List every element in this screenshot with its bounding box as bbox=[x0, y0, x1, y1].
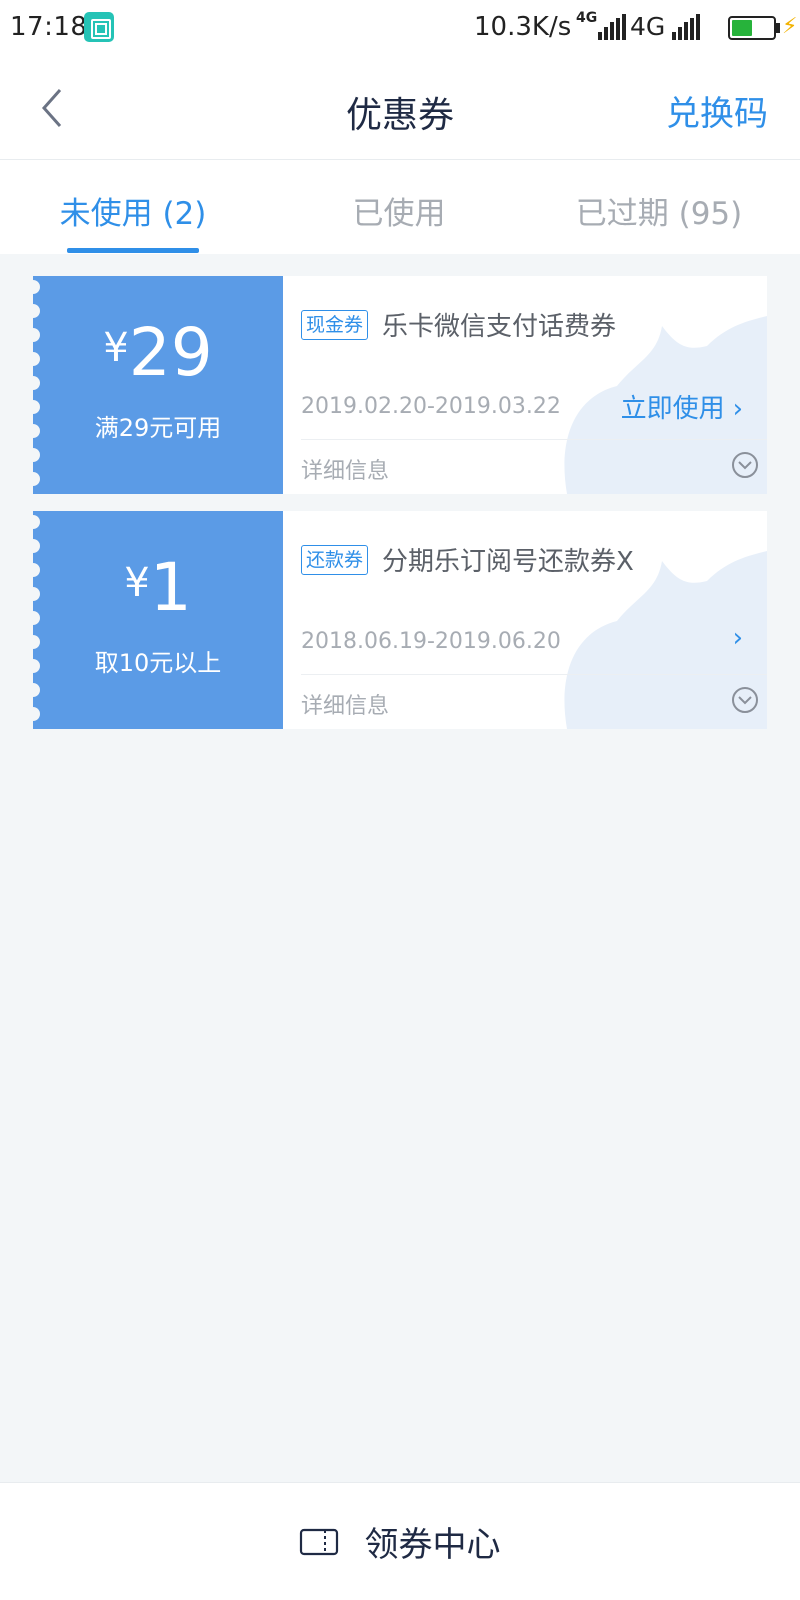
coupon-type-tag: 还款券 bbox=[301, 545, 369, 575]
nav-bar: 优惠券 兑换码 bbox=[0, 56, 800, 160]
tab-unused[interactable]: 未使用 (2) bbox=[0, 160, 266, 254]
details-label[interactable]: 详细信息 bbox=[301, 688, 389, 720]
coupon-validity: 2018.06.19-2019.06.20 bbox=[301, 629, 561, 654]
amount-value: 29 bbox=[128, 314, 213, 391]
tab-label: 已过期 (95) bbox=[575, 196, 743, 232]
network-speed: 10.3K/s bbox=[474, 12, 572, 42]
chevron-right-icon: › bbox=[732, 394, 743, 424]
coupon-validity: 2019.02.20-2019.03.22 bbox=[301, 394, 561, 419]
coupon-info-panel: 还款券 分期乐订阅号还款券X 2018.06.19-2019.06.20 › 详… bbox=[283, 511, 767, 729]
coupon-condition: 满29元可用 bbox=[94, 414, 222, 442]
amount-value: 1 bbox=[149, 549, 192, 626]
battery-icon bbox=[728, 16, 776, 40]
network-type-label: 4G bbox=[576, 10, 598, 26]
coupon-open-button[interactable]: › bbox=[725, 623, 743, 653]
redeem-code-button[interactable]: 兑换码 bbox=[666, 86, 768, 135]
coupon-name: 分期乐订阅号还款券X bbox=[382, 547, 634, 577]
ticket-icon bbox=[300, 1528, 339, 1555]
network-type-label-2: 4G bbox=[630, 12, 666, 41]
coupon-card[interactable]: ¥29 满29元可用 现金券 乐卡微信支付话费券 2019.02.20-2019… bbox=[33, 276, 767, 494]
coupon-condition: 取10元以上 bbox=[94, 649, 222, 677]
use-now-label: 立即使用 bbox=[620, 394, 725, 424]
scan-notification-icon bbox=[84, 12, 114, 42]
status-bar: 17:18 10.3K/s 4G 4G ⚡ bbox=[0, 0, 800, 56]
coupon-center-bar[interactable]: 领券中心 bbox=[0, 1482, 800, 1600]
coupon-value-panel: ¥29 满29元可用 bbox=[33, 276, 283, 494]
status-time: 17:18 bbox=[10, 12, 88, 42]
battery-tip bbox=[776, 23, 780, 33]
signal-strength-icon bbox=[598, 14, 628, 40]
coupon-amount: ¥1 bbox=[33, 549, 283, 626]
tab-label: 已使用 bbox=[352, 196, 446, 232]
signal-strength-icon-2 bbox=[672, 14, 702, 40]
coupon-type-tag: 现金券 bbox=[301, 310, 369, 340]
tab-expired[interactable]: 已过期 (95) bbox=[526, 160, 792, 254]
tab-used[interactable]: 已使用 bbox=[266, 160, 532, 254]
currency-symbol: ¥ bbox=[124, 560, 150, 606]
coupon-amount: ¥29 bbox=[33, 314, 283, 391]
coupon-tabs: 未使用 (2) 已使用 已过期 (95) bbox=[0, 160, 800, 254]
currency-symbol: ¥ bbox=[103, 325, 129, 371]
details-label[interactable]: 详细信息 bbox=[301, 453, 389, 485]
chevron-right-icon: › bbox=[732, 623, 743, 653]
coupon-center-button[interactable]: 领券中心 bbox=[0, 1517, 800, 1566]
coupon-center-label: 领券中心 bbox=[364, 1525, 501, 1565]
expand-details-icon[interactable] bbox=[731, 686, 759, 714]
charging-icon: ⚡ bbox=[782, 14, 798, 39]
coupon-name: 乐卡微信支付话费券 bbox=[382, 312, 617, 342]
active-tab-indicator bbox=[67, 248, 199, 253]
tab-label: 未使用 (2) bbox=[59, 196, 207, 232]
use-now-button[interactable]: 立即使用 › bbox=[621, 388, 743, 425]
coupon-info-panel: 现金券 乐卡微信支付话费券 2019.02.20-2019.03.22 立即使用… bbox=[283, 276, 767, 494]
coupon-card[interactable]: ¥1 取10元以上 还款券 分期乐订阅号还款券X 2018.06.19-2019… bbox=[33, 511, 767, 729]
expand-details-icon[interactable] bbox=[731, 451, 759, 479]
divider bbox=[301, 674, 767, 675]
coupon-value-panel: ¥1 取10元以上 bbox=[33, 511, 283, 729]
divider bbox=[301, 439, 767, 440]
